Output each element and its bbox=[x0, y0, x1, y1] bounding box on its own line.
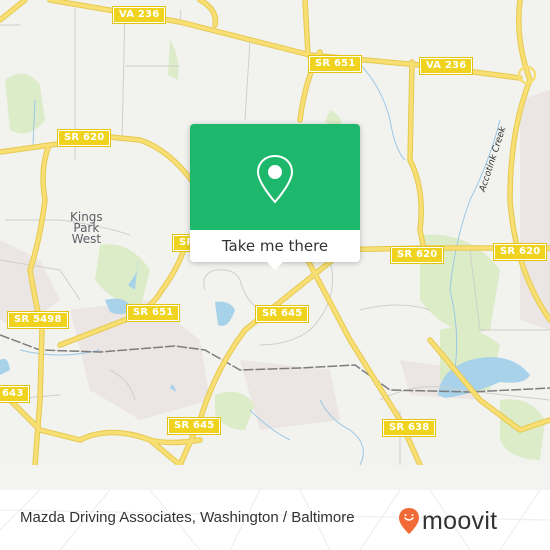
road-shield-sr643: 643 bbox=[0, 385, 31, 403]
moovit-pin-icon bbox=[399, 508, 419, 534]
map-canvas[interactable]: VA 236 SR 651 VA 236 SR 620 SR 620 SR 62… bbox=[0, 0, 550, 465]
road-shield-sr638: SR 638 bbox=[381, 419, 437, 437]
road-shield-sr5498: SR 5498 bbox=[7, 311, 69, 329]
place-label-kings-park-west: Kings Park West bbox=[70, 210, 103, 246]
road-shield-sr651-north: SR 651 bbox=[307, 55, 363, 73]
road-shield-sr645-south: SR 645 bbox=[166, 417, 222, 435]
road-shield-va236-east: VA 236 bbox=[418, 57, 474, 75]
road-shield-sr651-mid: SR 651 bbox=[125, 304, 181, 322]
road-shield-sr620-center: SR 620 bbox=[389, 246, 445, 264]
location-title: Mazda Driving Associates, Washington / B… bbox=[20, 509, 355, 526]
road-shield-sr645-mid: SR 645 bbox=[254, 305, 310, 323]
moovit-logo[interactable]: moovit bbox=[398, 506, 497, 536]
popup-header bbox=[190, 124, 360, 230]
footer-bar: Mazda Driving Associates, Washington / B… bbox=[0, 490, 550, 550]
take-me-there-button[interactable]: Take me there bbox=[190, 230, 360, 262]
location-popup: Take me there bbox=[190, 124, 360, 270]
road-shield-va236-west: VA 236 bbox=[111, 6, 167, 24]
popup-pointer bbox=[267, 262, 283, 270]
moovit-wordmark: moovit bbox=[422, 506, 498, 535]
road-shield-sr620-east: SR 620 bbox=[492, 243, 548, 261]
road-shield-sr620-west: SR 620 bbox=[56, 129, 112, 147]
